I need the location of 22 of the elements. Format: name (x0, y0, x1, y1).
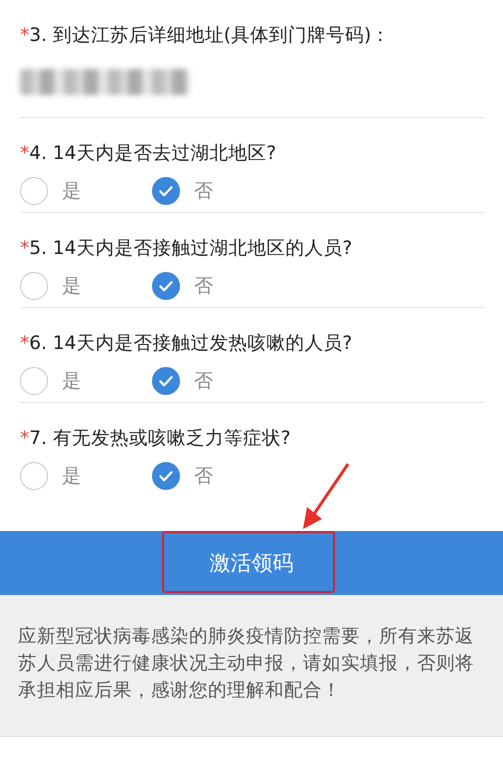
radio-option[interactable]: 是 (20, 272, 152, 300)
checked-radio-icon[interactable] (152, 462, 180, 490)
radio-option[interactable]: 否 (152, 272, 284, 300)
radio-icon[interactable] (20, 177, 48, 205)
radio-icon[interactable] (20, 367, 48, 395)
checked-radio-icon[interactable] (152, 177, 180, 205)
radio-option[interactable]: 是 (20, 177, 152, 205)
question-label: *4. 14天内是否去过湖北地区? (20, 142, 278, 166)
question-label: *7. 有无发热或咳嗽乏力等症状? (20, 427, 292, 451)
question-label: *3. 到达江苏后详细地址(具体到门牌号码)： (20, 24, 392, 48)
radio-option[interactable]: 是 (20, 367, 152, 395)
radio-icon[interactable] (20, 272, 48, 300)
checked-radio-icon[interactable] (152, 367, 180, 395)
radio-option[interactable]: 是 (20, 462, 152, 490)
checked-radio-icon[interactable] (152, 272, 180, 300)
radio-icon[interactable] (20, 462, 48, 490)
question-label: *6. 14天内是否接触过发热咳嗽的人员? (20, 332, 354, 356)
radio-option[interactable]: 否 (152, 177, 284, 205)
question-label: *5. 14天内是否接触过湖北地区的人员? (20, 237, 354, 261)
notice-text: 应新型冠状病毒感染的肺炎疫情防控需要，所有来苏返苏人员需进行健康状况主动申报，请如实填报，否则将承担相应后果，感谢您的理解和配合！ (18, 625, 475, 703)
radio-option[interactable]: 否 (152, 462, 284, 490)
radio-option[interactable]: 否 (152, 367, 284, 395)
